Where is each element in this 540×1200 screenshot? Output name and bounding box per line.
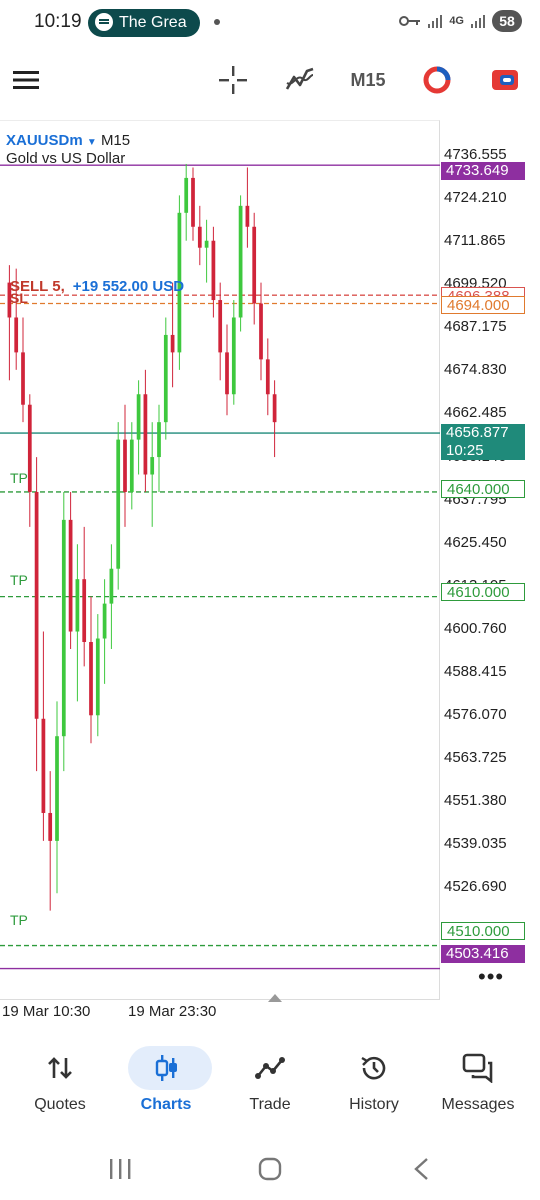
candle-body (41, 718, 46, 813)
price-tick-label: 4625.450 (444, 533, 507, 551)
symbol-name: XAUUSDm (6, 132, 83, 149)
nav-quotes-label: Quotes (34, 1096, 86, 1113)
candle-body (191, 177, 195, 227)
price-tick-label: 4600.760 (444, 619, 507, 637)
candle-body (143, 394, 148, 475)
candle-body (231, 317, 236, 395)
price-tick-label: 4711.865 (444, 232, 506, 250)
price-tick-label: 4588.415 (444, 662, 507, 680)
position-info[interactable]: SELL 5, +19 552.00 USD (10, 278, 184, 295)
candle-body (61, 519, 66, 737)
tp-label-1: TP (10, 470, 28, 486)
history-icon (354, 1048, 394, 1088)
trade-chart-icon (250, 1048, 290, 1088)
bottom-navigation: Quotes Charts Trade History Messages (0, 1040, 540, 1120)
candle-body (245, 205, 250, 227)
candle-body (89, 642, 93, 716)
candle-body (14, 317, 19, 353)
candle-body (197, 226, 202, 248)
high-price-box: 4733.649 (441, 162, 525, 180)
candle-body (123, 439, 127, 492)
candle-body (82, 579, 87, 642)
low-price-box: 4503.416 (441, 945, 525, 963)
candle-body (48, 812, 53, 841)
tp-price-box-3: 4510.000 (441, 922, 525, 940)
nav-messages[interactable]: Messages (424, 1040, 532, 1120)
candle-body (136, 394, 141, 440)
current-price: 4656.877 (446, 424, 509, 441)
price-tick-label: 4687.175 (444, 318, 507, 336)
candle-body (109, 568, 114, 604)
current-price-box: 4656.877 10:25 (441, 424, 525, 460)
time-label-2: 19 Mar 23:30 (128, 1003, 217, 1020)
position-profit: +19 552.00 USD (72, 278, 185, 295)
charts-icon (146, 1048, 186, 1088)
price-tick-label: 4724.210 (444, 189, 507, 207)
symbol-dropdown-icon[interactable]: ▼ (87, 137, 97, 148)
symbol-header[interactable]: XAUUSDm ▼ M15 (6, 132, 130, 149)
price-tick-label: 4576.070 (444, 706, 507, 724)
back-icon[interactable] (412, 1157, 430, 1181)
price-tick-label: 4736.555 (444, 146, 507, 164)
candle-body (218, 300, 223, 353)
nav-quotes[interactable]: Quotes (6, 1040, 114, 1120)
symbol-timeframe: M15 (100, 132, 131, 149)
price-tick-label: 4526.690 (444, 878, 507, 896)
price-tick-label: 4551.380 (444, 792, 507, 810)
nav-history-label: History (349, 1096, 399, 1113)
entry-price-box: 4694.000 (441, 296, 525, 314)
system-navigation-bar (0, 1140, 540, 1200)
candle-body (102, 603, 107, 639)
candle-body (95, 638, 100, 716)
candle-body (238, 205, 243, 318)
candle-body (34, 491, 39, 719)
time-label-1: 19 Mar 10:30 (2, 1003, 91, 1020)
candle-body (211, 240, 216, 301)
candle-body (21, 352, 25, 405)
nav-charts-label: Charts (140, 1096, 192, 1113)
tp-label-2: TP (10, 572, 28, 588)
nav-history[interactable]: History (320, 1040, 428, 1120)
price-tick-label: 4674.830 (444, 361, 507, 379)
tp-label-3: TP (10, 912, 28, 928)
candle-body (170, 334, 175, 353)
price-tick-label: 4662.485 (444, 404, 507, 422)
candle-body (265, 359, 270, 395)
nav-charts[interactable]: Charts (112, 1040, 220, 1120)
candle-body (27, 404, 32, 492)
candle-body (150, 457, 155, 475)
chart-shift-icon[interactable] (268, 994, 282, 1002)
more-options-icon[interactable]: ••• (478, 964, 504, 990)
candle-body (225, 352, 229, 395)
candle-body (259, 303, 263, 360)
tp-price-box-1: 4640.000 (441, 480, 525, 498)
recent-apps-icon[interactable] (108, 1158, 132, 1180)
nav-trade-label: Trade (249, 1096, 291, 1113)
price-tick-label: 4563.725 (444, 749, 507, 767)
nav-trade[interactable]: Trade (216, 1040, 324, 1120)
symbol-description: Gold vs US Dollar (6, 150, 126, 167)
tp-price-box-2: 4610.000 (441, 583, 525, 601)
candle-body (157, 422, 161, 458)
candle-body (272, 394, 277, 423)
candle-body (129, 439, 134, 492)
price-tick-label: 4539.035 (444, 835, 507, 853)
candle-body (55, 736, 59, 841)
candle-body (68, 519, 73, 632)
candle-body (163, 334, 168, 423)
sl-label: SL (10, 290, 28, 306)
candle-body (116, 439, 121, 569)
bar-countdown: 10:25 (446, 442, 484, 459)
home-icon[interactable] (258, 1157, 282, 1181)
candle-body (75, 579, 80, 632)
candle-body (204, 240, 209, 248)
candle-body (252, 226, 257, 304)
candle-body (184, 177, 189, 213)
messages-icon (458, 1048, 498, 1088)
quotes-icon (40, 1048, 80, 1088)
nav-messages-label: Messages (441, 1096, 515, 1113)
